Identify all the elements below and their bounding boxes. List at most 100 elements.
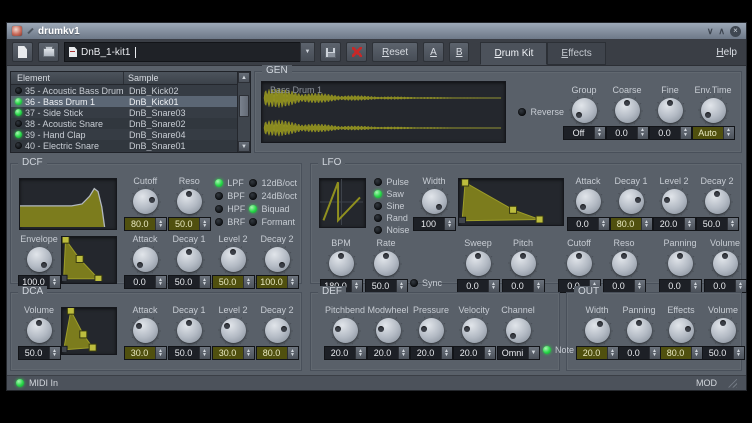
spin-arrows-icon[interactable]: ▲▼ — [243, 276, 254, 288]
radio-noise[interactable]: Noise — [374, 225, 414, 235]
close-icon[interactable]: × — [730, 26, 741, 37]
spin-arrows-icon[interactable]: ▲▼ — [488, 280, 499, 292]
spin-box-pressure[interactable]: 20.0▲▼ — [410, 346, 453, 360]
envelope-handle[interactable] — [95, 275, 102, 281]
spin-box-width[interactable]: 20.0▲▼ — [576, 346, 619, 360]
dca-envelope-display[interactable] — [61, 307, 117, 355]
preset-b-button[interactable]: B — [449, 42, 470, 62]
spin-arrows-icon[interactable]: ▲▼ — [690, 280, 701, 292]
envelope-handle[interactable] — [62, 275, 67, 281]
knob-dial[interactable] — [567, 251, 592, 276]
filter-response-display[interactable] — [19, 178, 117, 230]
spin-arrows-icon[interactable]: ▲▼ — [598, 218, 609, 230]
title-bar[interactable]: drumkv1 ∨ ∧ × — [7, 23, 746, 39]
spin-box-panning[interactable]: 0.0▲▼ — [659, 279, 702, 293]
radio-pulse[interactable]: Pulse — [374, 177, 414, 187]
envelope-handle[interactable] — [76, 256, 83, 263]
spin-arrows-icon[interactable]: ▲▼ — [199, 347, 210, 359]
maximize-icon[interactable]: ∧ — [718, 26, 725, 36]
envelope-handle[interactable] — [510, 206, 517, 213]
knob-dial[interactable] — [177, 247, 202, 272]
spin-box-pitch[interactable]: 0.0▲▼ — [502, 279, 545, 293]
combo-box-channel[interactable]: Omni▼ — [497, 346, 540, 360]
envelope-handle[interactable] — [62, 237, 69, 243]
spin-box-volume[interactable]: 50.0▲▼ — [18, 346, 61, 360]
element-scrollbar[interactable]: ▲ ▼ — [237, 72, 250, 152]
knob-dial[interactable] — [627, 318, 652, 343]
spin-box-env-time[interactable]: Auto▲▼ — [692, 126, 735, 140]
spin-box-decay-1[interactable]: 50.0▲▼ — [168, 275, 211, 289]
knob-dial[interactable] — [422, 189, 447, 214]
spin-box-sweep[interactable]: 0.0▲▼ — [457, 279, 500, 293]
knob-dial[interactable] — [27, 318, 52, 343]
radio-hpf[interactable]: HPF — [215, 204, 245, 214]
scroll-up-icon[interactable]: ▲ — [238, 72, 250, 83]
spin-box-coarse[interactable]: 0.0▲▼ — [606, 126, 649, 140]
spin-box-pitchbend[interactable]: 20.0▲▼ — [324, 346, 367, 360]
knob-dial[interactable] — [701, 98, 726, 123]
spin-box-decay-1[interactable]: 80.0▲▼ — [610, 217, 653, 231]
dropdown-icon[interactable]: ▼ — [528, 347, 539, 359]
envelope-handle[interactable] — [459, 217, 466, 223]
spin-arrows-icon[interactable]: ▲▼ — [49, 347, 60, 359]
spin-box-modwheel[interactable]: 20.0▲▼ — [367, 346, 410, 360]
spin-arrows-icon[interactable]: ▲▼ — [155, 218, 166, 230]
reset-button[interactable]: Reset — [372, 42, 418, 62]
resize-grip[interactable] — [728, 379, 737, 388]
spin-box-decay-1[interactable]: 50.0▲▼ — [168, 346, 211, 360]
knob-dial[interactable] — [668, 251, 693, 276]
knob-dial[interactable] — [177, 189, 202, 214]
dcf-envelope-display[interactable] — [61, 236, 117, 284]
spin-box-fine[interactable]: 0.0▲▼ — [649, 126, 692, 140]
spin-box-panning[interactable]: 0.0▲▼ — [618, 346, 661, 360]
knob-dial[interactable] — [374, 251, 399, 276]
envelope-handle[interactable] — [89, 344, 96, 351]
table-row[interactable]: 40 - Electric SnareDnB_Snare01 — [11, 140, 237, 151]
knob-dial[interactable] — [669, 318, 694, 343]
spin-arrows-icon[interactable]: ▲▼ — [634, 280, 645, 292]
knob-dial[interactable] — [511, 251, 536, 276]
knob-dial[interactable] — [333, 318, 358, 343]
radio-rand[interactable]: Rand — [374, 213, 414, 223]
radio-saw[interactable]: Saw — [374, 189, 414, 199]
spin-arrows-icon[interactable]: ▲▼ — [441, 347, 452, 359]
scroll-down-icon[interactable]: ▼ — [238, 141, 250, 152]
spin-box-reso[interactable]: 0.0▲▼ — [603, 279, 646, 293]
knob-dial[interactable] — [713, 251, 738, 276]
radio-12db-oct[interactable]: 12dB/oct — [249, 178, 297, 188]
tab-effects[interactable]: Effects — [547, 42, 605, 65]
spin-arrows-icon[interactable]: ▲▼ — [444, 218, 455, 230]
radio-brf[interactable]: BRF — [215, 217, 245, 227]
checkbox-reverse[interactable]: Reverse — [518, 107, 564, 117]
knob-dial[interactable] — [133, 189, 158, 214]
radio-24db-oct[interactable]: 24dB/oct — [249, 191, 297, 201]
spin-box-level-2[interactable]: 50.0▲▼ — [212, 275, 255, 289]
spin-box-attack[interactable]: 0.0▲▼ — [124, 275, 167, 289]
spin-arrows-icon[interactable]: ▲▼ — [637, 127, 648, 139]
delete-preset-button[interactable] — [346, 42, 367, 62]
knob-dial[interactable] — [265, 247, 290, 272]
sample-waveform-display[interactable]: Bass Drum 1 — [261, 81, 506, 143]
spin-arrows-icon[interactable]: ▲▼ — [735, 280, 746, 292]
spin-box-decay-2[interactable]: 50.0▲▼ — [696, 217, 739, 231]
spin-arrows-icon[interactable]: ▲▼ — [199, 276, 210, 288]
radio-sine[interactable]: Sine — [374, 201, 414, 211]
spin-arrows-icon[interactable]: ▲▼ — [723, 127, 734, 139]
spin-arrows-icon[interactable]: ▲▼ — [684, 218, 695, 230]
spin-box-width[interactable]: 100▲▼ — [413, 217, 456, 231]
knob-dial[interactable] — [585, 318, 610, 343]
radio-bpf[interactable]: BPF — [215, 191, 245, 201]
spin-arrows-icon[interactable]: ▲▼ — [727, 218, 738, 230]
checkbox-sync[interactable]: Sync — [410, 278, 442, 288]
scrollbar-thumb[interactable] — [239, 95, 249, 117]
spin-arrows-icon[interactable]: ▲▼ — [155, 276, 166, 288]
spin-arrows-icon[interactable]: ▲▼ — [649, 347, 660, 359]
open-preset-button[interactable] — [38, 42, 59, 62]
spin-box-effects[interactable]: 80.0▲▼ — [660, 346, 703, 360]
spin-box-rate[interactable]: 50.0▲▼ — [365, 279, 408, 293]
envelope-handle[interactable] — [62, 346, 67, 352]
radio-biquad[interactable]: Biquad — [249, 204, 297, 214]
spin-box-decay-2[interactable]: 80.0▲▼ — [256, 346, 299, 360]
spin-box-attack[interactable]: 0.0▲▼ — [567, 217, 610, 231]
radio-lpf[interactable]: LPF — [215, 178, 245, 188]
